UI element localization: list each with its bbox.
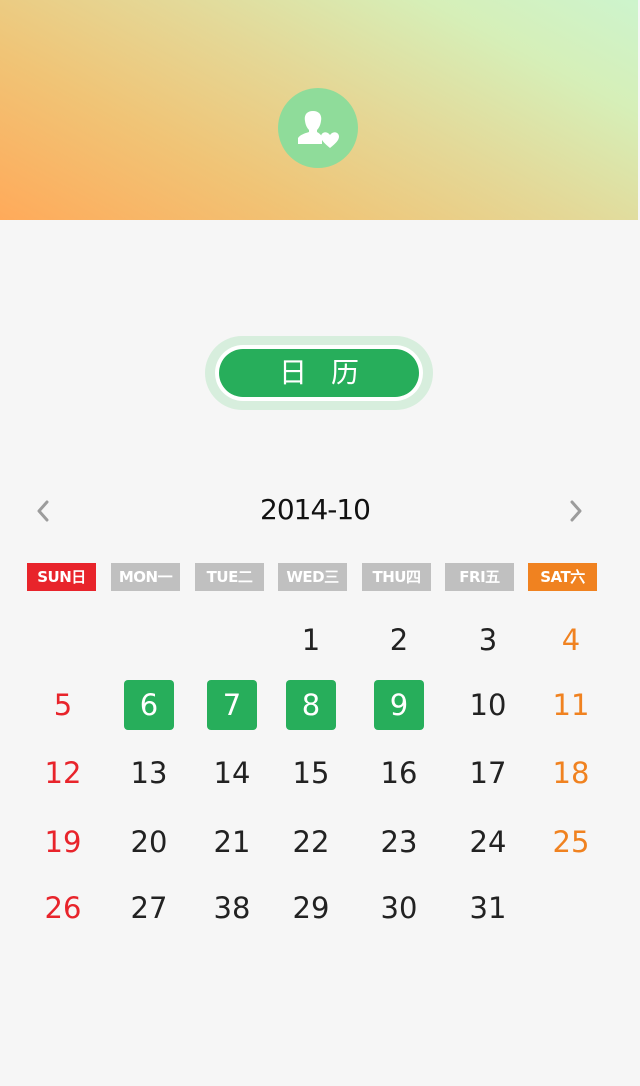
calendar-day[interactable]: 3 [463,615,513,665]
calendar-day[interactable]: 24 [463,817,513,867]
calendar-day[interactable]: 18 [546,748,596,798]
calendar-day[interactable]: 22 [286,817,336,867]
calendar-day[interactable]: 19 [38,817,88,867]
calendar-day[interactable]: 11 [546,680,596,730]
calendar-day[interactable]: 26 [38,883,88,933]
prev-month-button[interactable] [28,496,58,526]
calendar-day[interactable]: 13 [124,748,174,798]
weekday-header-0: SUN日 [27,563,96,591]
calendar-day[interactable]: 38 [207,883,257,933]
calendar-day[interactable]: 5 [38,680,88,730]
next-month-button[interactable] [561,496,591,526]
weekday-header-4: THU四 [362,563,431,591]
calendar-day[interactable]: 8 [286,680,336,730]
calendar-day[interactable]: 1 [286,615,336,665]
calendar-day[interactable]: 17 [463,748,513,798]
weekday-header-6: SAT六 [528,563,597,591]
calendar-day[interactable]: 15 [286,748,336,798]
calendar-day[interactable]: 12 [38,748,88,798]
calendar-day[interactable]: 2 [374,615,424,665]
weekday-header-2: TUE二 [195,563,264,591]
calendar-day[interactable]: 14 [207,748,257,798]
weekday-header-3: WED三 [278,563,347,591]
user-heart-icon [298,111,339,148]
calendar-day[interactable]: 6 [124,680,174,730]
calendar-day[interactable]: 10 [463,680,513,730]
chevron-left-icon [37,500,49,522]
header-banner [0,0,638,220]
chevron-right-icon [570,500,582,522]
avatar[interactable] [278,88,358,168]
calendar-day[interactable]: 7 [207,680,257,730]
calendar-day[interactable]: 27 [124,883,174,933]
calendar-day[interactable]: 25 [546,817,596,867]
calendar-day[interactable]: 30 [374,883,424,933]
weekday-header-5: FRI五 [445,563,514,591]
calendar-day[interactable]: 4 [546,615,596,665]
calendar-day[interactable]: 29 [286,883,336,933]
calendar-day[interactable]: 21 [207,817,257,867]
calendar-day[interactable]: 9 [374,680,424,730]
weekday-header-1: MON一 [111,563,180,591]
month-label: 2014-10 [260,493,371,526]
calendar-day[interactable]: 16 [374,748,424,798]
calendar-day[interactable]: 20 [124,817,174,867]
calendar-day[interactable]: 31 [463,883,513,933]
calendar-day[interactable]: 23 [374,817,424,867]
page-title[interactable]: 日历 [219,349,419,397]
